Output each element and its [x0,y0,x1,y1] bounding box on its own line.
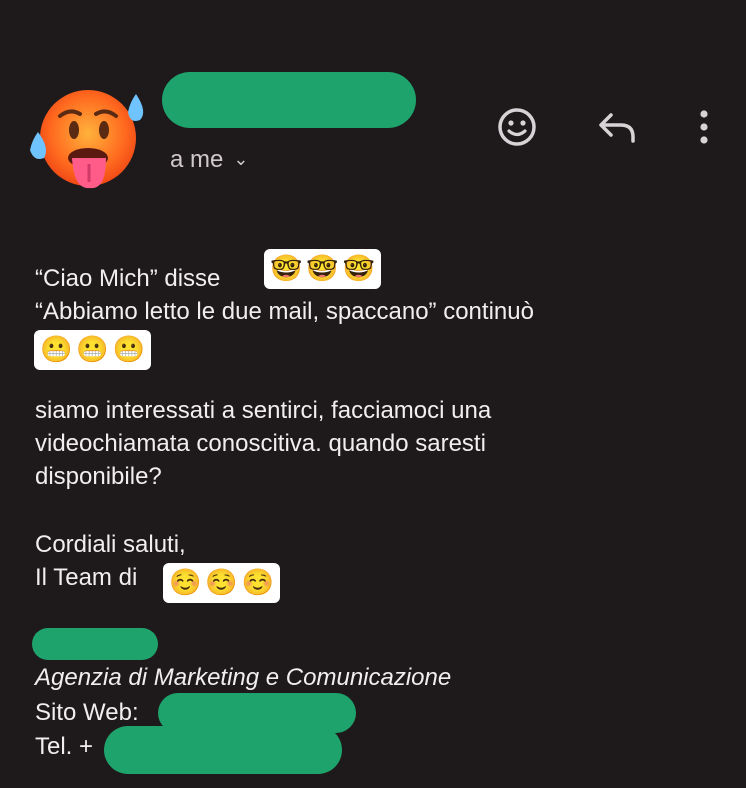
message-para2-line-3: disponibile? [35,463,162,490]
emoji-group-smiling: ☺️ ☺️ ☺️ [163,563,281,603]
nerd-face-emoji-icon: 🤓 [270,254,303,284]
smiling-face-emoji-icon: ☺️ [241,568,275,598]
message-para2-line-1: siamo interessati a sentirci, facciamoci… [35,397,492,424]
smiling-face-emoji-icon: ☺️ [205,568,238,598]
agency-name: Agenzia di Marketing e Comunicazione [35,664,452,691]
smiling-face-emoji-icon: ☺️ [169,568,202,598]
message-line-2: “Abbiamo letto le due mail, spaccano” co… [35,298,534,325]
grimacing-face-emoji-icon: 😬 [112,335,146,365]
website-label: Sito Web: [35,699,139,726]
hot-face-emoji-icon [30,90,144,189]
more-vert-icon [700,110,708,144]
grimacing-face-emoji-icon: 😬 [76,335,109,365]
sender-avatar[interactable] [24,86,148,194]
react-button[interactable] [494,104,540,150]
redacted-signature-name [32,628,158,660]
closing-text: Cordiali saluti, [35,531,186,558]
emoji-group-nerd: 🤓 🤓 🤓 [264,249,382,289]
redacted-phone[interactable] [104,726,342,774]
reply-icon [599,113,635,143]
more-options-button[interactable] [684,104,724,150]
nerd-face-emoji-icon: 🤓 [342,254,376,284]
reply-button[interactable] [594,104,640,150]
recipient-label: a me [170,146,224,173]
message-line-1: “Ciao Mich” disse [35,265,221,292]
message-para2-line-2: videochiamata conoscitiva. quando sarest… [35,430,486,457]
emoji-group-grimace: 😬 😬 😬 [34,330,152,370]
grimacing-face-emoji-icon: 😬 [40,335,73,365]
nerd-face-emoji-icon: 🤓 [306,254,339,284]
recipient-toggle[interactable]: a me ⌄ [170,146,248,174]
smile-icon [498,108,536,146]
redacted-sender-name [162,72,416,128]
team-text: Il Team di [35,564,138,591]
chevron-down-icon: ⌄ [233,149,249,169]
phone-label: Tel. + [35,733,94,760]
